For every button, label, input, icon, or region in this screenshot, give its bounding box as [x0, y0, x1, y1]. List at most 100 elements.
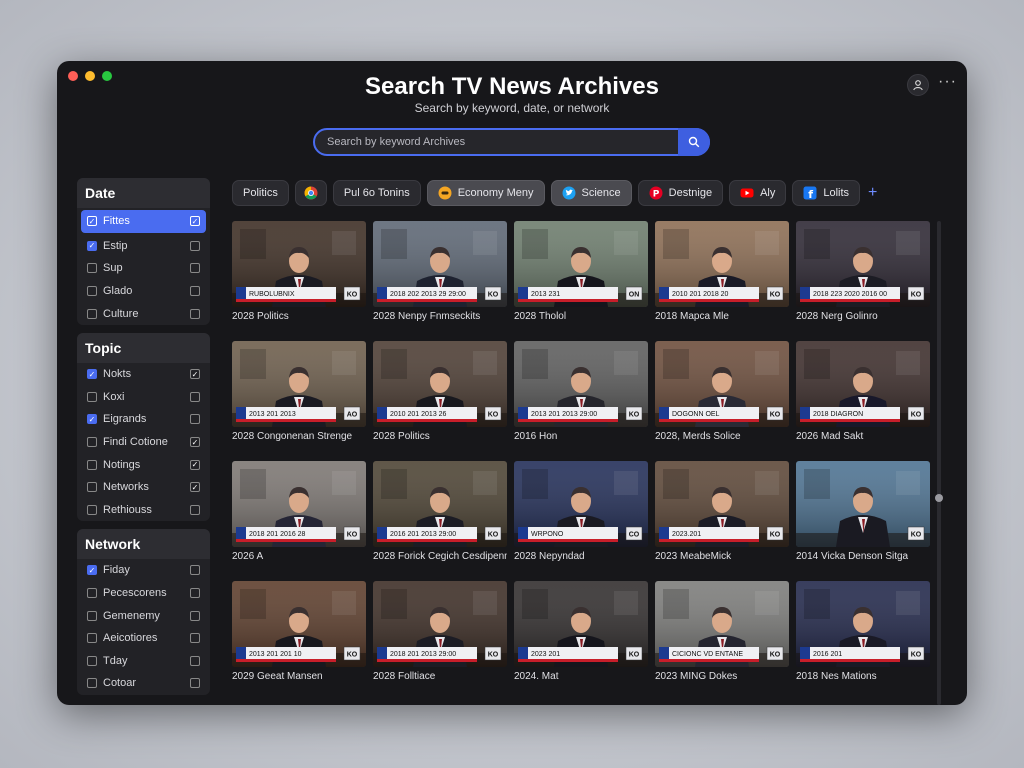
topic-chip[interactable]: P Destnige	[637, 179, 724, 206]
video-card[interactable]: 2018 202 2013 29 29:00 KO 2028 Nenpy Fnmse…	[373, 221, 507, 322]
video-caption[interactable]: 2024. Mat	[514, 671, 648, 682]
video-thumbnail[interactable]: 2018 201 2016 28 KO	[232, 461, 366, 547]
video-caption[interactable]: 2014 Vicka Denson Sitga	[796, 551, 930, 562]
video-thumbnail[interactable]: 2010 201 2013 26 KO	[373, 341, 507, 427]
topic-chip[interactable]: Politics	[232, 179, 289, 206]
topic-chip[interactable]	[294, 179, 327, 206]
filter-toggle-checkbox[interactable]	[190, 633, 200, 644]
video-caption[interactable]: 2026 A	[232, 551, 366, 562]
filter-checkbox[interactable]	[87, 655, 97, 666]
video-card[interactable]: WRPONO CO 2028 Nepyndad	[514, 461, 648, 562]
filter-section-title[interactable]: Network	[77, 529, 210, 560]
filter-toggle-checkbox[interactable]	[190, 504, 200, 515]
filter-toggle-checkbox[interactable]	[190, 286, 200, 297]
filter-checkbox[interactable]	[87, 482, 97, 493]
video-caption[interactable]: 2028 Politics	[373, 431, 507, 442]
filter-checkbox[interactable]	[87, 391, 97, 402]
filter-toggle-checkbox[interactable]	[190, 678, 200, 689]
video-thumbnail[interactable]: RUBOLUBNIX KO	[232, 221, 366, 307]
video-card[interactable]: 2013 231 ON 2028 Tholol	[514, 221, 648, 322]
video-caption[interactable]: 2018 Nes Mations	[796, 671, 930, 682]
filter-checkbox[interactable]: ✓	[87, 565, 97, 576]
filter-checkbox[interactable]	[87, 633, 97, 644]
video-caption[interactable]: 2028 Congonenan Strenge	[232, 431, 366, 442]
video-card[interactable]: 2010 201 2018 20 KO 2018 Mapca Mle	[655, 221, 789, 322]
video-card[interactable]: RUBOLUBNIX KO 2028 Politics	[232, 221, 366, 322]
filter-option[interactable]: Tday	[77, 650, 210, 673]
topic-chip[interactable]: Economy Meny	[426, 179, 545, 206]
video-card[interactable]: 2018 223 2020 2016 00 KO 2028 Nerg Golinro	[796, 221, 930, 322]
video-caption[interactable]: 2028 Folltiace	[373, 671, 507, 682]
video-thumbnail[interactable]: 2013 201 201 10 KO	[232, 581, 366, 667]
video-card[interactable]: DOGONN OEL KO 2028, Merds Solice	[655, 341, 789, 442]
filter-toggle-checkbox[interactable]	[190, 308, 200, 319]
filter-checkbox[interactable]	[87, 504, 97, 515]
filter-option[interactable]: Rethiouss	[77, 499, 210, 522]
topic-chip[interactable]: Science	[550, 179, 632, 206]
filter-checkbox[interactable]	[87, 308, 97, 319]
filter-option[interactable]: ✓ Eigrands	[77, 408, 210, 431]
video-thumbnail[interactable]: 2013 201 2013 AO	[232, 341, 366, 427]
filter-toggle-checkbox[interactable]	[190, 565, 200, 576]
video-card[interactable]: 2023 201 KO 2024. Mat	[514, 581, 648, 682]
results-scrollbar[interactable]	[935, 221, 943, 705]
filter-option[interactable]: Cotoar	[77, 672, 210, 695]
filter-option[interactable]: Aeicotiores	[77, 627, 210, 650]
filter-checkbox[interactable]	[87, 437, 97, 448]
video-card[interactable]: 2016 201 2013 29:00 KO 2028 Forick Cegich …	[373, 461, 507, 562]
video-thumbnail[interactable]: 2018 201 2013 29:00 KO	[373, 581, 507, 667]
scrollbar-thumb[interactable]	[935, 494, 943, 502]
add-topic-icon[interactable]: +	[868, 184, 877, 202]
filter-toggle-checkbox[interactable]	[190, 263, 200, 274]
video-thumbnail[interactable]: 2013 201 2013 29:00 KO	[514, 341, 648, 427]
filter-checkbox[interactable]: ✓	[87, 240, 97, 251]
video-thumbnail[interactable]: 2018 DIAGRON KO	[796, 341, 930, 427]
filter-option[interactable]: ✓ Estip	[77, 235, 210, 258]
video-caption[interactable]: 2018 Mapca Mle	[655, 311, 789, 322]
filter-option[interactable]: ✓ Nokts ✓	[77, 363, 210, 386]
filter-option[interactable]: Koxi	[77, 386, 210, 409]
video-thumbnail[interactable]: 2018 223 2020 2016 00 KO	[796, 221, 930, 307]
video-card[interactable]: 2013 201 2013 29:00 KO 2016 Hon	[514, 341, 648, 442]
filter-toggle-checkbox[interactable]: ✓	[190, 437, 200, 448]
filter-option[interactable]: Findi Cotione ✓	[77, 431, 210, 454]
video-card[interactable]: 2013 201 201 10 KO 2029 Geeat Mansen	[232, 581, 366, 682]
video-caption[interactable]: 2026 Mad Sakt	[796, 431, 930, 442]
user-account-button[interactable]	[907, 74, 929, 96]
video-caption[interactable]: 2023 MING Dokes	[655, 671, 789, 682]
filter-section-title[interactable]: Date	[77, 178, 210, 208]
video-card[interactable]: CICIONC VD ENTANE KO 2023 MING Dokes	[655, 581, 789, 682]
filter-toggle-checkbox[interactable]	[190, 588, 200, 599]
filter-option[interactable]: Pecescorens	[77, 582, 210, 605]
video-card[interactable]: KO 2014 Vicka Denson Sitga	[796, 461, 930, 562]
video-thumbnail[interactable]: 2010 201 2018 20 KO	[655, 221, 789, 307]
filter-toggle-checkbox[interactable]	[190, 391, 200, 402]
filter-checkbox[interactable]	[87, 263, 97, 274]
filter-toggle-checkbox[interactable]	[190, 655, 200, 666]
filter-toggle-checkbox[interactable]	[190, 610, 200, 621]
filter-toggle-checkbox[interactable]: ✓	[190, 216, 200, 227]
video-caption[interactable]: 2028 Nerg Golinro	[796, 311, 930, 322]
filter-toggle-checkbox[interactable]: ✓	[190, 482, 200, 493]
topic-chip[interactable]: f Lolits	[792, 179, 861, 206]
filter-option[interactable]: Networks ✓	[77, 476, 210, 499]
filter-option[interactable]: ✓ Fiday	[77, 559, 210, 582]
filter-section-title[interactable]: Topic	[77, 332, 210, 363]
filter-toggle-checkbox[interactable]	[190, 414, 200, 425]
video-card[interactable]: 2018 201 2016 28 KO 2026 A	[232, 461, 366, 562]
filter-checkbox[interactable]	[87, 459, 97, 470]
video-thumbnail[interactable]: 2016 201 2013 29:00 KO	[373, 461, 507, 547]
search-input[interactable]	[315, 130, 678, 154]
video-caption[interactable]: 2016 Hon	[514, 431, 648, 442]
video-card[interactable]: 2013 201 2013 AO 2028 Congonenan Strenge	[232, 341, 366, 442]
filter-option[interactable]: Notings ✓	[77, 453, 210, 476]
video-thumbnail[interactable]: 2023 201 KO	[514, 581, 648, 667]
video-caption[interactable]: 2023 MeabeMick	[655, 551, 789, 562]
filter-toggle-checkbox[interactable]	[190, 240, 200, 251]
filter-option[interactable]: Glado	[77, 280, 210, 303]
search-button[interactable]	[678, 128, 710, 156]
video-card[interactable]: 2018 DIAGRON KO 2026 Mad Sakt	[796, 341, 930, 442]
filter-option[interactable]: Sup	[77, 257, 210, 280]
filter-checkbox[interactable]: ✓	[87, 216, 97, 227]
filter-option[interactable]: Gemenemy	[77, 604, 210, 627]
